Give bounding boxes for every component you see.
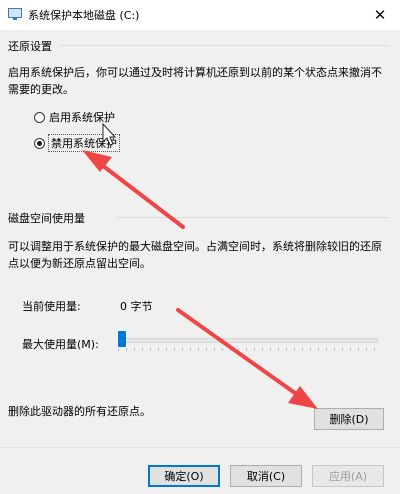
ok-button[interactable]: 确定(O): [148, 465, 220, 487]
enable-protection-label: 启用系统保护: [49, 111, 115, 124]
disk-usage-separator: [116, 217, 390, 218]
window-title: 系统保护本地磁盘 (C:): [28, 9, 140, 22]
title-bar: 系统保护本地磁盘 (C:) ✕: [0, 0, 400, 30]
current-usage-value: 0 字节: [120, 300, 153, 313]
slider-ticks: [118, 348, 378, 351]
max-usage-label: 最大使用量(M):: [22, 338, 99, 351]
system-properties-icon: [8, 8, 22, 20]
disk-usage-heading: 磁盘空间使用量: [8, 212, 85, 225]
close-icon: ✕: [373, 6, 387, 24]
restore-settings-heading: 还原设置: [8, 40, 52, 53]
max-usage-slider-thumb[interactable]: [118, 331, 126, 347]
restore-separator: [60, 45, 390, 46]
apply-button: 应用(A): [312, 465, 384, 487]
cancel-button[interactable]: 取消(C): [230, 465, 302, 487]
disable-protection-label: 禁用系统保护: [48, 134, 120, 152]
radio-button-checked[interactable]: [34, 137, 45, 149]
current-usage-label: 当前使用量:: [22, 300, 81, 313]
delete-description: 删除此驱动器的所有还原点。: [8, 405, 151, 418]
disk-usage-description: 可以调整用于系统保护的最大磁盘空间。占满空间时，系统将删除较旧的还原点以便为新还…: [8, 240, 382, 270]
footer-separator: [0, 447, 400, 448]
delete-button[interactable]: 删除(D): [314, 408, 384, 430]
radio-button[interactable]: [34, 111, 45, 123]
max-usage-slider-track[interactable]: [118, 338, 378, 343]
disable-protection-radio[interactable]: 禁用系统保护: [34, 134, 120, 152]
close-button[interactable]: ✕: [360, 0, 400, 30]
restore-description: 启用系统保护后，你可以通过及时将计算机还原到以前的某个状态点来撤消不需要的更改。: [8, 66, 382, 96]
enable-protection-radio[interactable]: 启用系统保护: [34, 109, 115, 125]
